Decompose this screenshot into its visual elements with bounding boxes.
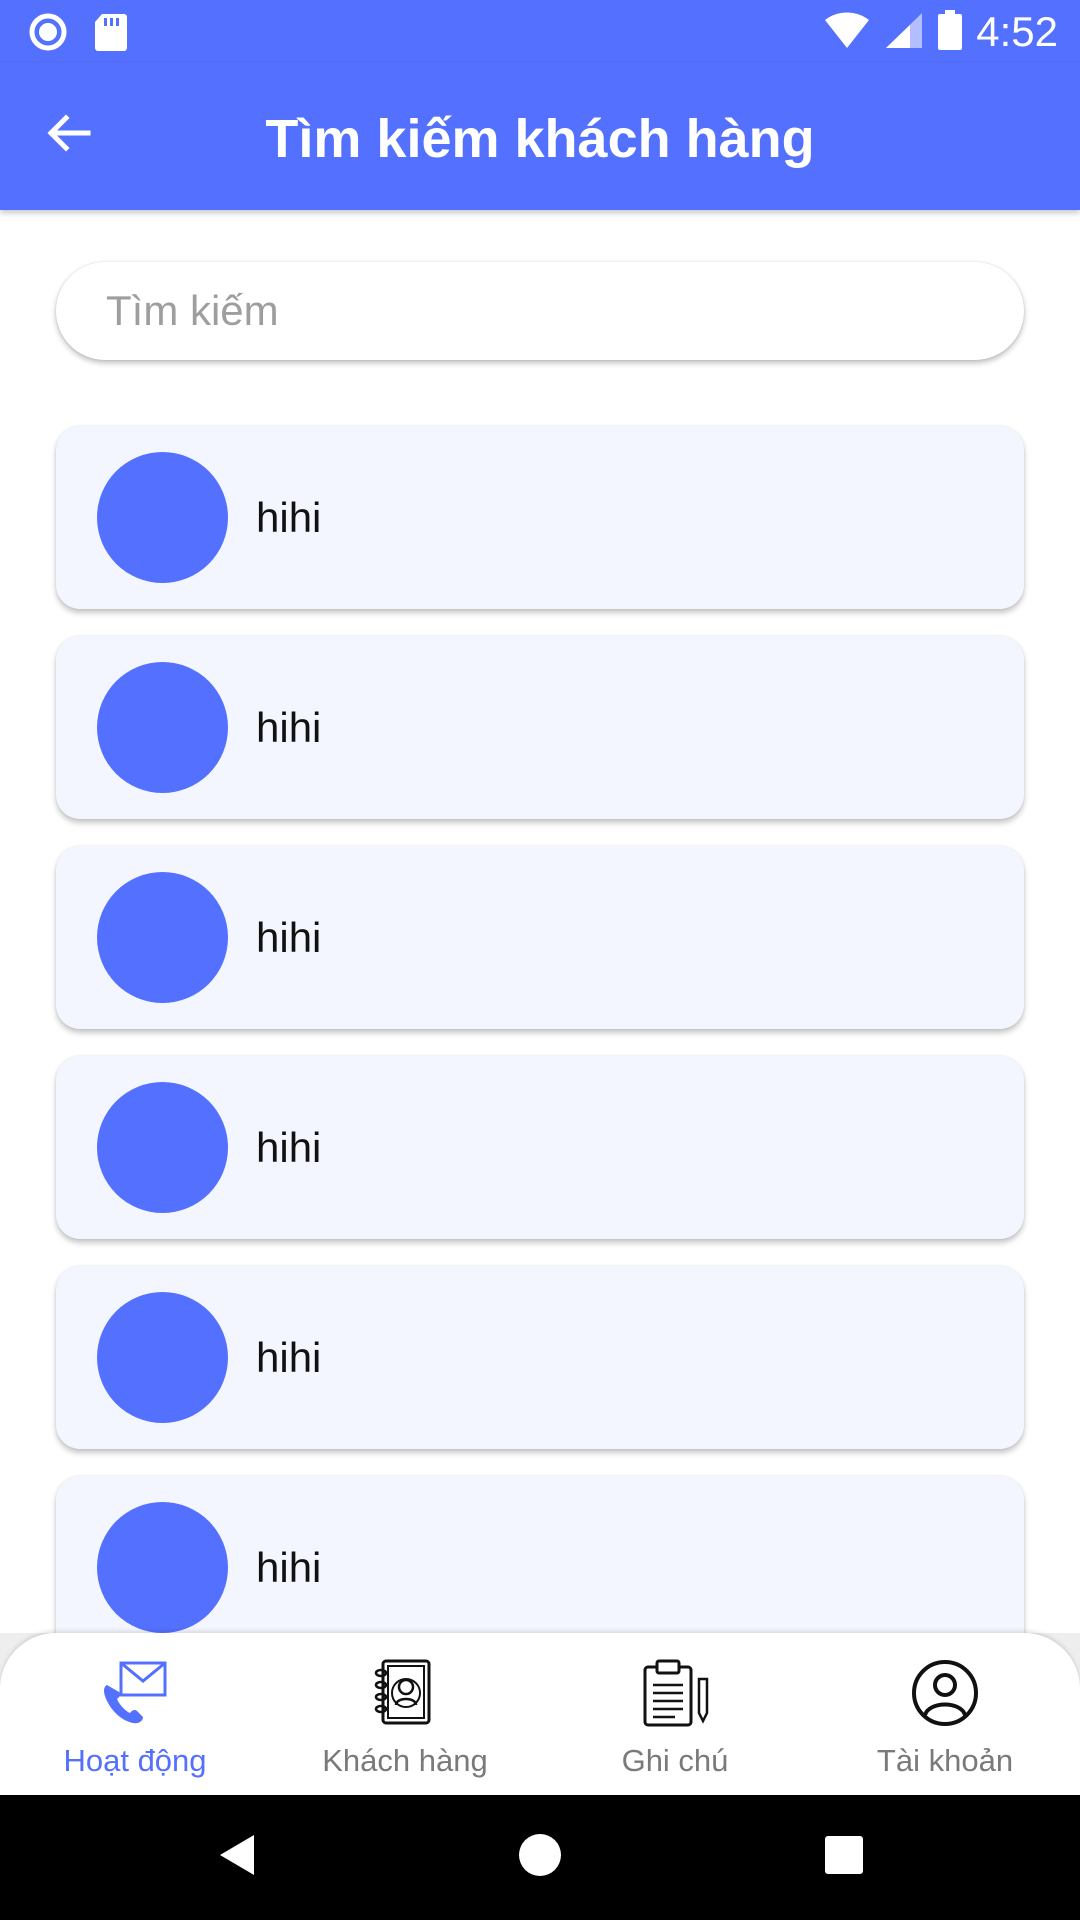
recents-square-icon <box>823 1834 865 1881</box>
nav-label: Tài khoản <box>876 1743 1014 1778</box>
clipboard-note-icon <box>639 1657 711 1729</box>
avatar <box>97 872 228 1003</box>
nav-label: Ghi chú <box>621 1743 729 1778</box>
search-bar[interactable] <box>56 262 1024 360</box>
nav-label: Khách hàng <box>322 1743 488 1778</box>
list-item[interactable]: hihi <box>56 1266 1024 1449</box>
record-icon <box>28 12 68 57</box>
customer-name: hihi <box>256 1333 322 1381</box>
list-item[interactable]: hihi <box>56 1056 1024 1239</box>
nav-item-hoat-dong[interactable]: Hoạt động <box>0 1633 270 1795</box>
battery-icon <box>938 9 963 55</box>
sd-card-icon <box>94 12 128 57</box>
customer-name: hihi <box>256 493 322 541</box>
customer-name: hihi <box>256 1123 322 1171</box>
signal-icon <box>884 11 924 54</box>
nav-label: Hoạt động <box>63 1743 207 1778</box>
system-recents-button[interactable] <box>812 1825 876 1889</box>
wifi-icon <box>824 11 870 54</box>
status-bar-right: 4:52 <box>824 8 1058 56</box>
user-circle-icon <box>909 1657 981 1729</box>
avatar <box>97 662 228 793</box>
avatar <box>97 452 228 583</box>
bottom-navigation: Hoạt động Khách hàng Ghi chú Tài khoản <box>0 1633 1080 1795</box>
page-title: Tìm kiếm khách hàng <box>265 109 815 169</box>
app-bar: Tìm kiếm khách hàng <box>0 63 1080 210</box>
home-circle-icon <box>516 1831 564 1884</box>
app-screen: 4:52 Tìm kiếm khách hàng hihi hihi hihi <box>0 0 1080 1920</box>
clock: 4:52 <box>976 8 1058 55</box>
contact-book-icon <box>369 1657 441 1729</box>
system-home-button[interactable] <box>508 1825 572 1889</box>
customer-name: hihi <box>256 1543 322 1591</box>
avatar <box>97 1082 228 1213</box>
avatar <box>97 1502 228 1633</box>
customer-name: hihi <box>256 913 322 961</box>
list-item[interactable]: hihi <box>56 1476 1024 1659</box>
system-navigation-bar <box>0 1795 1080 1920</box>
avatar <box>97 1292 228 1423</box>
phone-mail-icon <box>99 1657 171 1729</box>
list-item[interactable]: hihi <box>56 636 1024 819</box>
list-item[interactable]: hihi <box>56 426 1024 609</box>
customer-list: hihi hihi hihi hihi hihi hihi <box>56 426 1024 1686</box>
back-triangle-icon <box>214 1831 258 1884</box>
nav-item-ghi-chu[interactable]: Ghi chú <box>540 1633 810 1795</box>
nav-item-tai-khoan[interactable]: Tài khoản <box>810 1633 1080 1795</box>
list-item[interactable]: hihi <box>56 846 1024 1029</box>
status-bar-left <box>28 12 128 57</box>
nav-item-khach-hang[interactable]: Khách hàng <box>270 1633 540 1795</box>
system-back-button[interactable] <box>204 1825 268 1889</box>
status-bar: 4:52 <box>0 0 1080 63</box>
search-input[interactable] <box>106 287 986 335</box>
customer-name: hihi <box>256 703 322 751</box>
